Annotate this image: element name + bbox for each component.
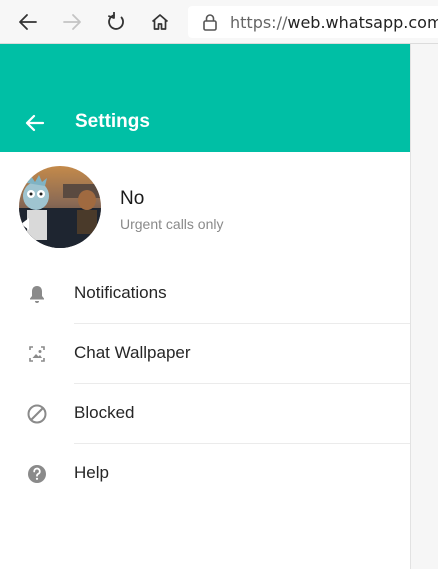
chat-pane-edge: [410, 44, 438, 569]
browser-back-button[interactable]: [14, 8, 42, 36]
wallpaper-icon: [24, 342, 50, 366]
browser-reload-button[interactable]: [102, 8, 130, 36]
menu-item-label: Blocked: [74, 403, 135, 422]
arrow-left-icon: [19, 14, 37, 30]
profile-section[interactable]: No Urgent calls only: [0, 152, 410, 268]
arrow-right-icon: [63, 14, 81, 30]
settings-panel: Settings No Urgent calls only Notificati…: [0, 44, 410, 569]
reload-icon: [108, 12, 124, 30]
menu-item-chat-wallpaper[interactable]: Chat Wallpaper: [0, 324, 410, 384]
help-icon: [24, 462, 50, 486]
address-bar[interactable]: https://web.whatsapp.com: [188, 6, 438, 38]
menu-item-label: Chat Wallpaper: [74, 343, 191, 362]
menu-item-notifications[interactable]: Notifications: [0, 264, 410, 324]
url-text: https://web.whatsapp.com: [230, 13, 438, 32]
url-protocol: https://: [230, 12, 288, 32]
blocked-icon: [24, 402, 50, 426]
back-arrow-icon: [25, 114, 45, 132]
browser-home-button[interactable]: [146, 8, 174, 36]
settings-header: Settings: [0, 44, 410, 152]
browser-toolbar: https://web.whatsapp.com: [0, 0, 438, 44]
page-title: Settings: [75, 111, 150, 132]
menu-item-blocked[interactable]: Blocked: [0, 384, 410, 444]
avatar[interactable]: [19, 166, 101, 248]
lock-icon: [202, 13, 218, 31]
menu-item-label: Notifications: [74, 283, 167, 302]
menu-item-help[interactable]: Help: [0, 444, 410, 504]
menu-item-label: Help: [74, 463, 109, 482]
url-host: web.whatsapp.com: [287, 12, 438, 32]
profile-name: No: [120, 188, 145, 209]
settings-back-button[interactable]: [22, 110, 48, 136]
profile-status: Urgent calls only: [120, 216, 224, 232]
home-icon: [151, 14, 169, 30]
browser-forward-button[interactable]: [58, 8, 86, 36]
bell-icon: [24, 282, 50, 306]
